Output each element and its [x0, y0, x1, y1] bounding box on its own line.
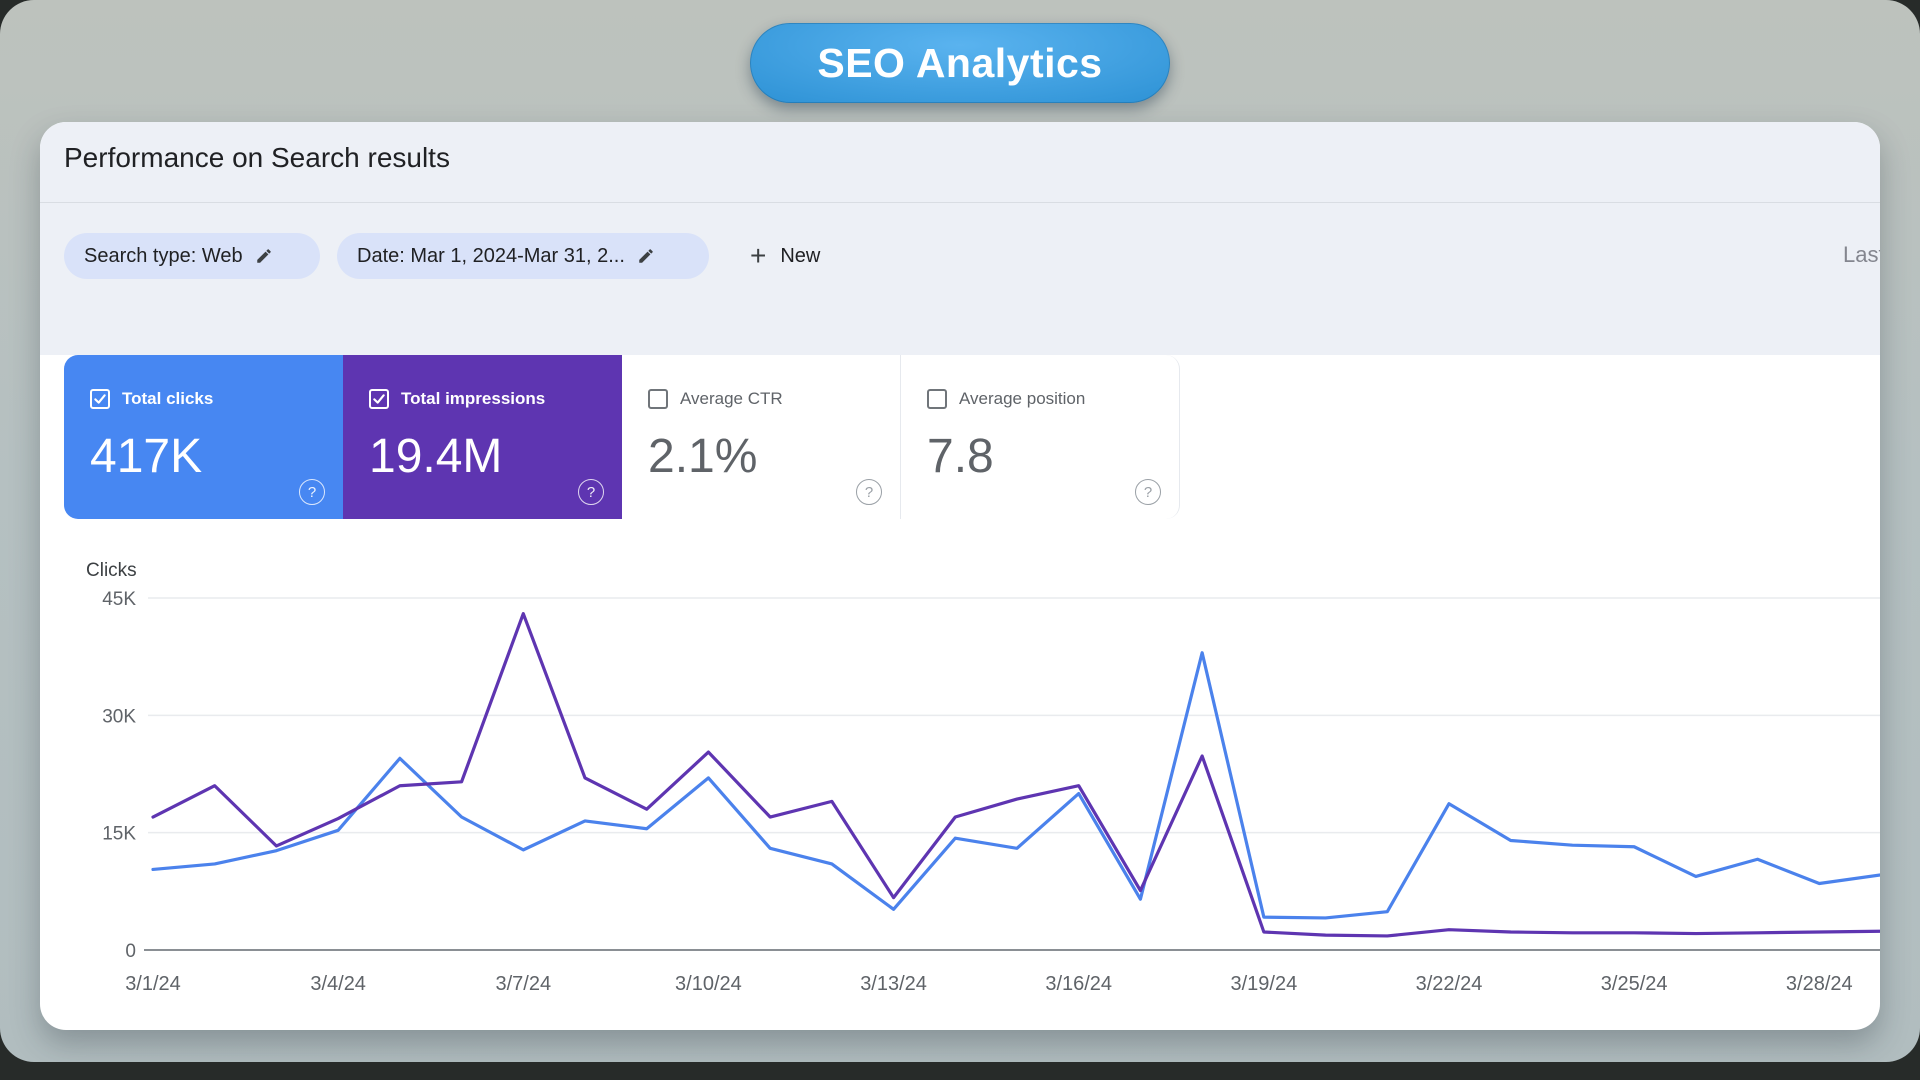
page-title: Performance on Search results: [64, 142, 450, 173]
header-divider: [40, 202, 1880, 203]
help-icon[interactable]: ?: [856, 479, 882, 505]
metric-tile-total-clicks[interactable]: Total clicks 417K ?: [64, 355, 343, 519]
x-tick-label: 3/22/24: [1416, 973, 1483, 995]
impressions-line: [151, 612, 1880, 938]
app-badge: SEO Analytics: [750, 23, 1170, 103]
x-tick-label: 3/7/24: [495, 973, 551, 995]
x-tick-label: 3/25/24: [1601, 973, 1668, 995]
metric-value: 19.4M: [369, 430, 503, 483]
x-tick-label: 3/19/24: [1230, 973, 1297, 995]
y-tick-label: 45K: [102, 589, 136, 610]
x-tick-label: 3/28/24: [1786, 973, 1853, 995]
checkbox-average-ctr[interactable]: [648, 389, 668, 409]
date-range-chip[interactable]: Date: Mar 1, 2024-Mar 31, 2...: [337, 233, 709, 279]
plus-icon: +: [750, 240, 767, 271]
metric-value: 7.8: [927, 430, 994, 483]
desktop-background: SEO Analytics Performance on Search resu…: [0, 0, 1920, 1062]
app-badge-label: SEO Analytics: [817, 39, 1103, 86]
new-filter-label: New: [780, 244, 821, 267]
help-icon[interactable]: ?: [299, 479, 325, 505]
new-filter-button[interactable]: + New: [740, 233, 830, 279]
help-icon[interactable]: ?: [1135, 479, 1161, 505]
x-tick-label: 3/1/24: [125, 973, 181, 995]
metric-label: Total clicks: [122, 389, 214, 408]
metric-value: 2.1%: [648, 430, 758, 483]
y-tick-label: 30K: [102, 706, 136, 727]
y-tick-label: 15K: [102, 824, 136, 845]
metric-value: 417K: [90, 430, 203, 483]
metric-label: Average CTR: [680, 389, 783, 408]
metric-tile-average-ctr[interactable]: Average CTR 2.1% ?: [622, 355, 901, 519]
metric-tiles: Total clicks 417K ? Total impressions 19…: [64, 355, 1180, 519]
x-tick-label: 3/13/24: [860, 973, 927, 995]
metric-tile-total-impressions[interactable]: Total impressions 19.4M ?: [343, 355, 622, 519]
x-tick-label: 3/10/24: [675, 973, 742, 995]
x-tick-label: 3/4/24: [310, 973, 366, 995]
checkbox-total-impressions[interactable]: [369, 389, 389, 409]
last-updated-label: Last: [1843, 242, 1880, 267]
help-icon[interactable]: ?: [578, 479, 604, 505]
y-tick-label: 0: [125, 941, 136, 962]
x-tick-label: 3/16/24: [1045, 973, 1112, 995]
checkbox-average-position[interactable]: [927, 389, 947, 409]
performance-card: Performance on Search results Search typ…: [40, 122, 1880, 1030]
y-axis-title: Clicks: [86, 560, 137, 581]
date-range-chip-label: Date: Mar 1, 2024-Mar 31, 2...: [357, 244, 625, 267]
search-type-chip-label: Search type: Web: [84, 244, 243, 267]
edit-pencil-icon[interactable]: [255, 247, 273, 265]
checkbox-total-clicks[interactable]: [90, 389, 110, 409]
edit-pencil-icon[interactable]: [637, 247, 655, 265]
metric-label: Average position: [959, 389, 1086, 408]
metric-tile-average-position[interactable]: Average position 7.8 ?: [901, 355, 1180, 519]
performance-line-chart[interactable]: Clicks 45K 30K 15K 0 3/1/24 3/4/24 3/7/24 3/10/2…: [40, 560, 1880, 1030]
search-type-chip[interactable]: Search type: Web: [64, 233, 320, 279]
metric-label: Total impressions: [401, 389, 546, 408]
